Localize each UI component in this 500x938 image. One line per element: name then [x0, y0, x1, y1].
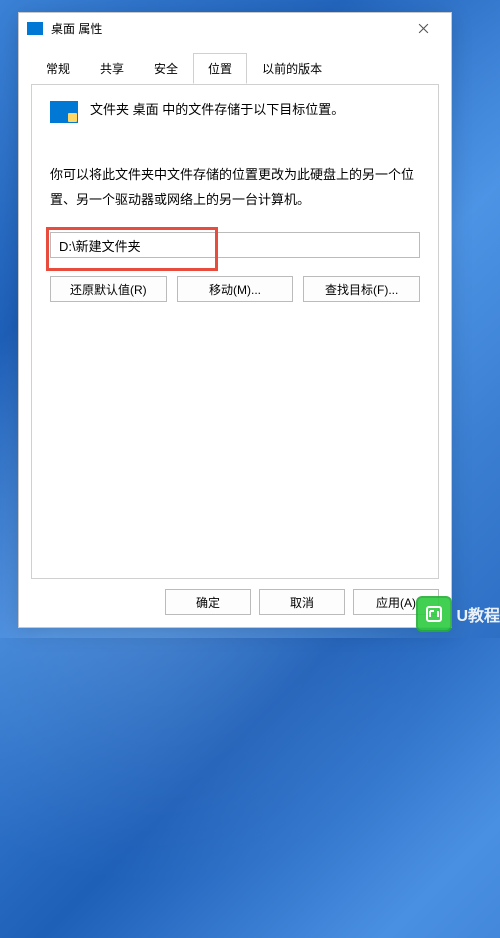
- tab-location[interactable]: 位置: [193, 53, 247, 84]
- tab-general[interactable]: 常规: [31, 53, 85, 84]
- cancel-button[interactable]: 取消: [259, 589, 345, 615]
- watermark: U教程: [416, 596, 500, 632]
- dialog-title: 桌面 属性: [51, 20, 401, 37]
- watermark-text: U教程: [456, 602, 500, 626]
- dialog-footer: 确定 取消 应用(A): [19, 579, 451, 627]
- change-info-text: 你可以将此文件夹中文件存储的位置更改为此硬盘上的另一个位置、另一个驱动器或网络上…: [50, 163, 420, 212]
- restore-defaults-button[interactable]: 还原默认值(R): [50, 276, 167, 302]
- ok-button[interactable]: 确定: [165, 589, 251, 615]
- move-button[interactable]: 移动(M)...: [177, 276, 294, 302]
- watermark-icon: [416, 596, 452, 632]
- storage-description: 文件夹 桌面 中的文件存储于以下目标位置。: [90, 99, 344, 121]
- tab-security[interactable]: 安全: [139, 53, 193, 84]
- desktop-folder-icon: [27, 22, 43, 35]
- storage-description-row: 文件夹 桌面 中的文件存储于以下目标位置。: [50, 99, 420, 123]
- path-input[interactable]: [50, 232, 420, 258]
- location-buttons-row: 还原默认值(R) 移动(M)... 查找目标(F)...: [50, 276, 420, 302]
- titlebar: 桌面 属性: [19, 13, 451, 43]
- location-panel: 文件夹 桌面 中的文件存储于以下目标位置。 你可以将此文件夹中文件存储的位置更改…: [31, 84, 439, 579]
- tab-previous-versions[interactable]: 以前的版本: [247, 53, 337, 84]
- tab-strip: 常规 共享 安全 位置 以前的版本: [19, 43, 451, 85]
- tab-sharing[interactable]: 共享: [85, 53, 139, 84]
- properties-dialog: 桌面 属性 常规 共享 安全 位置 以前的版本 文件夹 桌面 中的文件存储于以下…: [18, 12, 452, 628]
- close-button[interactable]: [401, 14, 445, 42]
- folder-icon: [50, 101, 78, 123]
- find-target-button[interactable]: 查找目标(F)...: [303, 276, 420, 302]
- close-icon: [418, 23, 429, 34]
- path-row: [50, 232, 420, 258]
